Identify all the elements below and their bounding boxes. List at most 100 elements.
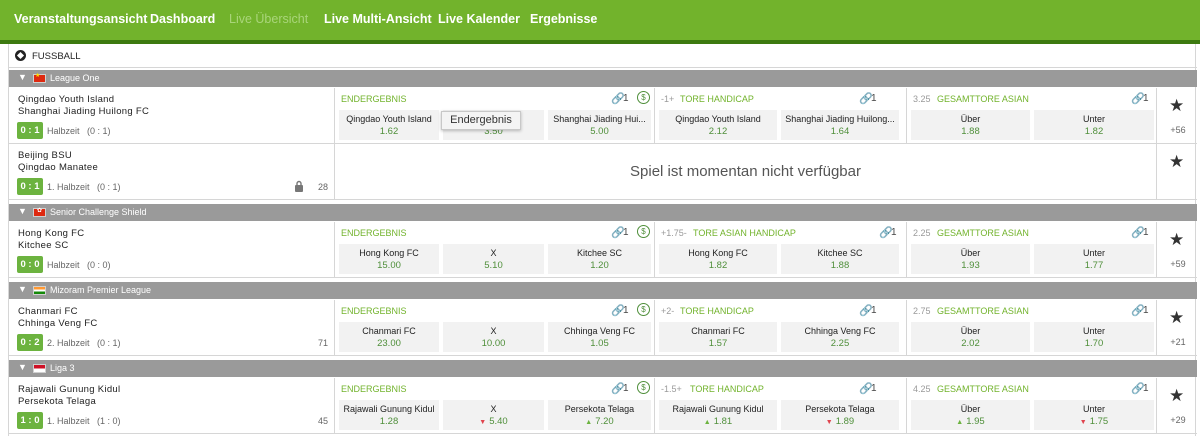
away-team[interactable]: Chhinga Veng FC <box>18 318 98 329</box>
match-period: 1. Halbzeit (1 : 0) <box>47 416 121 426</box>
odd-button[interactable]: X 5.10 <box>443 244 544 274</box>
odd-label: X <box>490 248 497 258</box>
market-count: 1 <box>623 93 629 104</box>
odd-button[interactable]: Persekota Telaga ▲ 7.20 <box>548 400 651 430</box>
odd-label: Rajawali Gunung Kidul <box>343 404 435 414</box>
odd-button[interactable]: Über 1.93 <box>911 244 1030 274</box>
chevron-down-icon[interactable]: ▼ <box>18 206 27 216</box>
home-team[interactable]: Hong Kong FC <box>18 228 84 239</box>
odd-value: 10.00 <box>481 338 506 349</box>
more-markets-link[interactable]: +21 <box>1159 337 1197 347</box>
odd-label: Shanghai Jiading Hui... <box>553 114 646 124</box>
dollar-icon[interactable]: $ <box>637 225 650 238</box>
league-header[interactable]: ▼ Liga 3 <box>9 360 1197 377</box>
odd-button[interactable]: Chanmari FC 23.00 <box>339 322 439 352</box>
score-badge: 0 : 2 <box>17 334 43 351</box>
odd-button[interactable]: Chhinga Veng FC 2.25 <box>781 322 899 352</box>
odd-label: Kitchee SC <box>576 248 623 258</box>
home-team[interactable]: Chanmari FC <box>18 306 78 317</box>
odd-button[interactable]: Unter 1.70 <box>1034 322 1154 352</box>
market-count: 1 <box>871 383 877 394</box>
odd-label: Über <box>960 326 981 336</box>
odd-button[interactable]: Chhinga Veng FC 1.05 <box>548 322 651 352</box>
chevron-down-icon[interactable]: ▼ <box>18 284 27 294</box>
star-icon[interactable]: ★ <box>1169 152 1184 172</box>
odd-button[interactable]: Shanghai Jiading Huilong... 1.64 <box>781 110 899 140</box>
market-title: GESAMTTORE ASIAN <box>937 228 1029 238</box>
league-header[interactable]: ▼ Senior Challenge Shield <box>9 204 1197 221</box>
chevron-down-icon[interactable]: ▼ <box>18 72 27 82</box>
odd-button[interactable]: X ▼ 5.40 <box>443 400 544 430</box>
nav-live-multi-ansicht[interactable]: Live Multi-Ansicht <box>324 12 432 26</box>
market-title: TORE HANDICAP <box>680 306 754 316</box>
nav-ergebnisse[interactable]: Ergebnisse <box>530 12 597 26</box>
market-handicap: -1.5+ TORE HANDICAP 🔗 1 Rajawali Gunung … <box>655 378 907 434</box>
score-badge: 0 : 1 <box>17 178 43 195</box>
dollar-icon[interactable]: $ <box>637 91 650 104</box>
odd-button[interactable]: Hong Kong FC 15.00 <box>339 244 439 274</box>
odd-button[interactable]: Unter 1.82 <box>1034 110 1154 140</box>
odd-button[interactable]: Unter ▼ 1.75 <box>1034 400 1154 430</box>
league-header[interactable]: ▼ League One <box>9 70 1197 87</box>
market-count: 1 <box>871 305 877 316</box>
home-team[interactable]: Qingdao Youth Island <box>18 94 114 105</box>
hong-kong-flag-icon <box>33 207 46 217</box>
nav-live-kalender[interactable]: Live Kalender <box>438 12 520 26</box>
odd-button[interactable]: Über 1.88 <box>911 110 1030 140</box>
more-markets-link[interactable]: +59 <box>1159 259 1197 269</box>
odd-button[interactable]: Kitchee SC 1.88 <box>781 244 899 274</box>
market-title: TORE ASIAN HANDICAP <box>693 228 796 238</box>
market-title: ENDERGEBNIS <box>341 228 407 238</box>
home-team[interactable]: Beijing BSU <box>18 150 72 161</box>
odd-button[interactable]: Hong Kong FC 1.82 <box>659 244 777 274</box>
odd-button[interactable]: Chanmari FC 1.57 <box>659 322 777 352</box>
odd-label: Shanghai Jiading Huilong... <box>785 114 895 124</box>
nav-dashboard[interactable]: Dashboard <box>150 12 215 26</box>
star-icon[interactable]: ★ <box>1169 230 1184 250</box>
dollar-icon[interactable]: $ <box>637 303 650 316</box>
odd-button[interactable]: Kitchee SC 1.20 <box>548 244 651 274</box>
odd-button[interactable]: Rajawali Gunung Kidul ▲ 1.81 <box>659 400 777 430</box>
odd-value: 1.62 <box>379 126 399 137</box>
star-icon[interactable]: ★ <box>1169 96 1184 116</box>
dollar-icon[interactable]: $ <box>637 381 650 394</box>
chevron-down-icon[interactable]: ▼ <box>18 362 27 372</box>
match-row: Chanmari FC Chhinga Veng FC 0 : 2 2. Hal… <box>9 300 1197 356</box>
league-header[interactable]: ▼ Mizoram Premier League <box>9 282 1197 299</box>
markets: ENDERGEBNIS 🔗 1 $ Rajawali Gunung Kidul … <box>334 378 1157 434</box>
match-row: Beijing BSU Qingdao Manatee 0 : 1 1. Hal… <box>9 144 1197 200</box>
market-title: ENDERGEBNIS <box>341 306 407 316</box>
odd-value: 1.82 <box>1084 126 1104 137</box>
odd-button[interactable]: Über 2.02 <box>911 322 1030 352</box>
odd-label: Über <box>960 114 981 124</box>
odd-value: 2.02 <box>961 338 980 349</box>
market-count: 1 <box>1143 227 1149 238</box>
odd-button[interactable]: Über ▲ 1.95 <box>911 400 1030 430</box>
odd-button[interactable]: Qingdao Youth Island 1.62 <box>339 110 439 140</box>
away-team[interactable]: Persekota Telaga <box>18 396 96 407</box>
away-team[interactable]: Kitchee SC <box>18 240 69 251</box>
odd-label: Unter <box>1082 114 1105 124</box>
odd-button[interactable]: X 10.00 <box>443 322 544 352</box>
odd-button[interactable]: Rajawali Gunung Kidul 1.28 <box>339 400 439 430</box>
nav-live-uebersicht[interactable]: Live Übersicht <box>229 12 308 26</box>
away-team[interactable]: Qingdao Manatee <box>18 162 98 173</box>
odd-button[interactable]: Shanghai Jiading Hui... 5.00 <box>548 110 651 140</box>
tooltip: Endergebnis <box>441 111 521 130</box>
minute-count: 45 <box>318 416 329 426</box>
nav-veranstaltungsansicht[interactable]: Veranstaltungsansicht <box>14 12 147 26</box>
odd-value: 2.12 <box>708 126 728 137</box>
odd-button[interactable]: Unter 1.77 <box>1034 244 1154 274</box>
odd-button[interactable]: Qingdao Youth Island 2.12 <box>659 110 777 140</box>
odd-label: Unter <box>1082 326 1105 336</box>
away-team[interactable]: Shanghai Jiading Huilong FC <box>18 106 149 117</box>
odd-label: Unter <box>1082 248 1105 258</box>
star-icon[interactable]: ★ <box>1169 308 1184 328</box>
odd-button[interactable]: Persekota Telaga ▼ 1.89 <box>781 400 899 430</box>
more-markets-link[interactable]: +29 <box>1159 415 1197 425</box>
odd-label: Über <box>960 248 981 258</box>
more-markets-link[interactable]: +56 <box>1159 125 1197 135</box>
home-team[interactable]: Rajawali Gunung Kidul <box>18 384 120 395</box>
star-icon[interactable]: ★ <box>1169 386 1184 406</box>
lock-icon <box>295 180 303 192</box>
